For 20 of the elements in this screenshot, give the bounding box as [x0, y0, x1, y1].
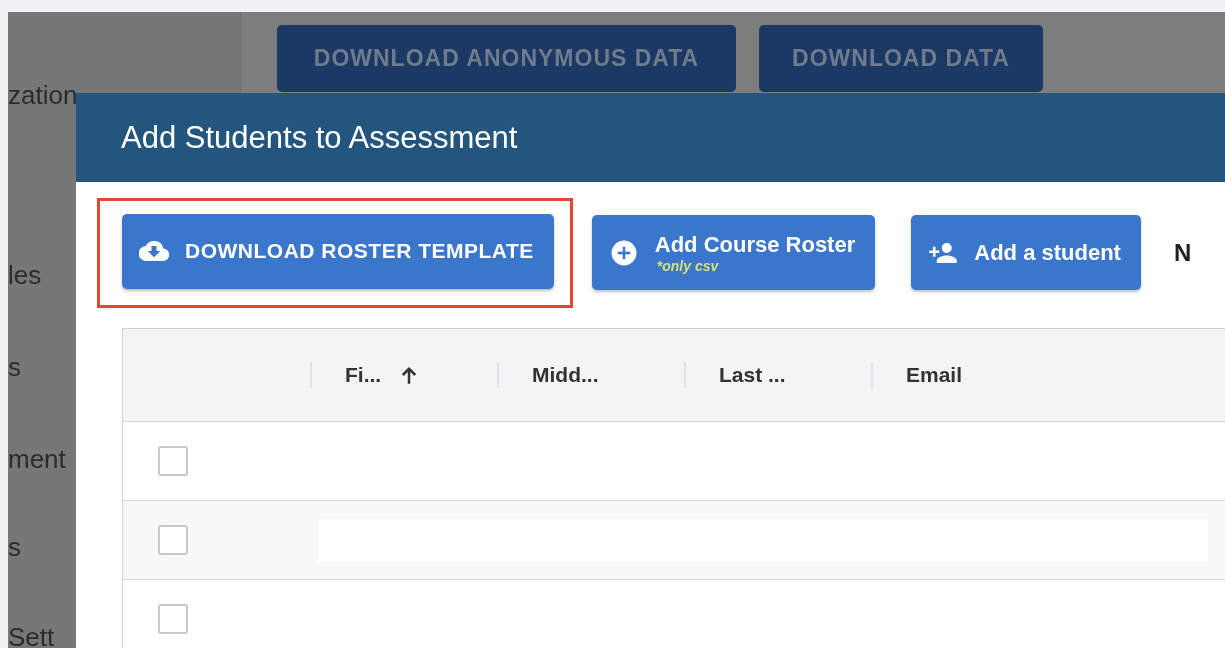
sidebar-item[interactable]: Sett [8, 622, 76, 648]
row-checkbox[interactable] [158, 525, 188, 555]
sidebar-item[interactable]: les [8, 260, 76, 290]
dialog-title: Add Students to Assessment [121, 119, 518, 156]
add-roster-button[interactable]: Add Course Roster *only csv [591, 215, 876, 290]
download-button[interactable]: DOWNLOAD ANONYMOUS DATA [277, 25, 736, 92]
download-button[interactable]: DOWNLOAD DATA [759, 25, 1043, 92]
add-student-button[interactable]: Add a student [911, 215, 1141, 290]
sidebar-item[interactable]: zation [8, 80, 76, 110]
sidebar-item[interactable]: s [8, 532, 76, 562]
sidebar-item[interactable]: ment [8, 444, 76, 474]
cut-text: N [1173, 238, 1192, 267]
column-header[interactable]: Last ... [684, 362, 871, 388]
column-header[interactable]: Midd... [497, 362, 684, 388]
download-template-button[interactable]: DOWNLOAD ROSTER TEMPLATE [122, 213, 554, 289]
column-header[interactable]: Email [871, 362, 1058, 388]
row-checkbox[interactable] [158, 446, 188, 476]
sidebar-item[interactable]: s [8, 352, 76, 382]
row-checkbox[interactable] [158, 604, 188, 634]
column-header[interactable]: Fi... [310, 362, 497, 388]
